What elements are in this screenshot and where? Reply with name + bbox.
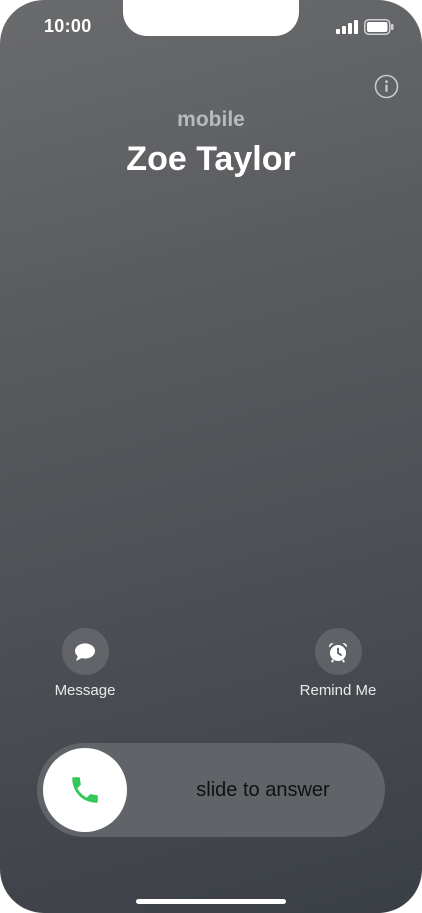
- remind-me-button-circle[interactable]: [314, 628, 362, 675]
- signal-icon: [336, 20, 358, 34]
- slide-to-answer-label: slide to answer: [196, 779, 330, 801]
- message-button[interactable]: Message: [15, 628, 155, 699]
- status-time: 10:00: [44, 16, 92, 36]
- message-label: Message: [54, 682, 116, 699]
- home-indicator[interactable]: [136, 899, 286, 904]
- call-subtitle: mobile: [177, 108, 245, 131]
- message-button-circle[interactable]: [61, 628, 109, 675]
- remind-me-label: Remind Me: [299, 682, 377, 699]
- answer-knob[interactable]: [43, 748, 127, 832]
- incoming-call-screen: 10:00 mobile Zoe Taylor Message Remind M…: [0, 0, 422, 913]
- slide-to-answer-slider[interactable]: slide to answer: [37, 743, 385, 837]
- caller-name: Zoe Taylor: [126, 140, 296, 178]
- message-icon: [75, 642, 95, 661]
- remind-me-button[interactable]: Remind Me: [268, 628, 408, 699]
- phone-icon: [72, 777, 98, 803]
- alarm-clock-icon: [328, 642, 348, 662]
- notch: [123, 0, 299, 36]
- battery-icon: [364, 19, 394, 35]
- info-icon[interactable]: [374, 74, 399, 99]
